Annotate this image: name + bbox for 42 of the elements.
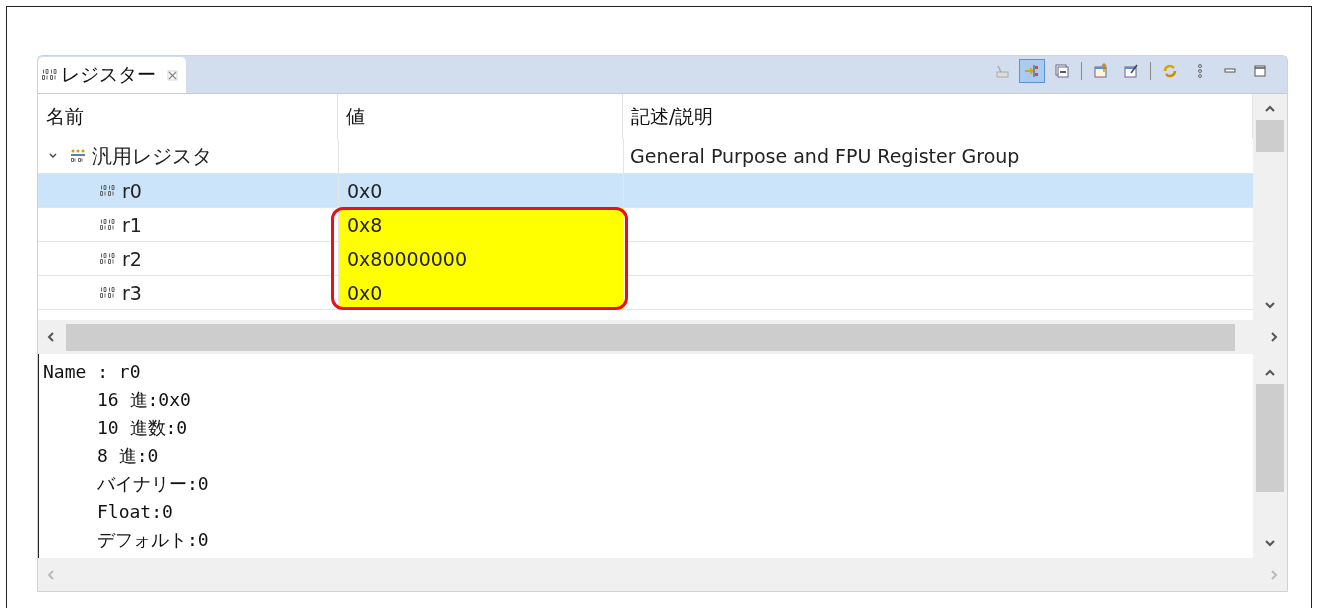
register-value: 0x0: [338, 276, 623, 309]
expand-caret-icon[interactable]: [48, 152, 58, 160]
detail-field: 8 進:0: [97, 442, 159, 470]
registers-tab[interactable]: レジスター: [38, 57, 186, 93]
detail-field: 16 進:0x0: [97, 386, 191, 414]
scroll-down-icon[interactable]: [1264, 540, 1276, 548]
binary-icon: [100, 184, 116, 197]
binary-icon: [100, 286, 116, 299]
register-name: r2: [122, 247, 142, 270]
group-name: 汎用レジスタ: [92, 142, 212, 170]
scrollbar-thumb[interactable]: [1256, 120, 1284, 152]
register-value: 0x0: [338, 174, 623, 207]
scroll-down-icon[interactable]: [1264, 302, 1276, 310]
register-name: r0: [122, 179, 142, 202]
register-group-icon: [70, 149, 86, 163]
register-row[interactable]: r2 0x80000000: [38, 241, 1253, 275]
binary-icon: [42, 69, 58, 81]
detail-field: Float:0: [97, 498, 173, 526]
group-description: General Purpose and FPU Register Group: [630, 145, 1020, 167]
register-name: r3: [122, 281, 142, 304]
detail-field: デフォルト:0: [97, 526, 209, 554]
scroll-up-icon[interactable]: [1264, 368, 1276, 376]
register-row[interactable]: r0 0x0: [38, 173, 1253, 207]
detail-field: バイナリー:0: [97, 470, 209, 498]
column-header[interactable]: 値: [338, 94, 623, 139]
register-value: 0x80000000: [338, 242, 623, 275]
scroll-left-icon[interactable]: [46, 331, 54, 343]
detail-title: Name : r0: [43, 360, 141, 384]
register-name: r1: [122, 213, 142, 236]
register-value: 0x8: [338, 208, 623, 241]
register-row[interactable]: r3 0x0: [38, 275, 1253, 309]
link-icon[interactable]: [1019, 58, 1045, 83]
binary-icon: [100, 218, 116, 231]
scrollbar-thumb[interactable]: [66, 323, 1235, 351]
detail-field: 10 進数:0: [97, 414, 188, 442]
close-icon[interactable]: [167, 69, 178, 81]
scroll-right-icon[interactable]: [1271, 331, 1279, 343]
register-row[interactable]: r1 0x8: [38, 207, 1253, 241]
column-header[interactable]: 名前: [38, 94, 338, 139]
scroll-up-icon[interactable]: [1264, 104, 1276, 112]
scrollbar-thumb[interactable]: [1256, 384, 1284, 492]
binary-icon: [100, 252, 116, 265]
